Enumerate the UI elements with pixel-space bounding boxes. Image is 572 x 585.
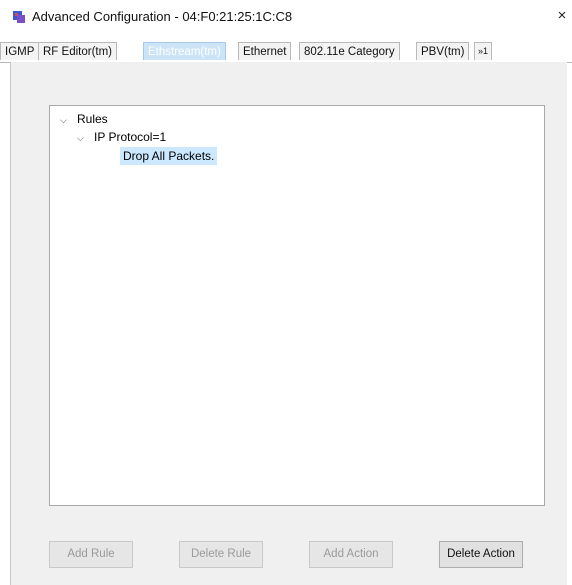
tab-ethernet[interactable]: Ethernet [238,42,292,60]
tab-802-11e-category[interactable]: 802.11e Category [299,42,400,60]
tree-node-drop-all-packets[interactable]: Drop All Packets. [120,147,218,165]
tree-node-label: Rules [77,112,108,126]
window-title: Advanced Configuration - 04:F0:21:25:1C:… [32,9,293,24]
chevron-down-icon[interactable]: ⌵ [77,129,89,147]
tree-node-rules[interactable]: ⌵ Rules [60,110,108,128]
tree-node-label: IP Protocol=1 [94,130,167,144]
tab-overflow-button[interactable]: »1 [474,42,493,60]
tab-ethstream[interactable]: Ethstream(tm) [143,42,226,60]
tree-node-ip-protocol[interactable]: ⌵ IP Protocol=1 [77,128,166,146]
add-rule-button[interactable]: Add Rule [49,541,133,568]
tab-strip: IGMP RF Editor(tm) Ethstream(tm) Etherne… [0,38,572,63]
close-button[interactable]: × [552,4,572,28]
add-action-button[interactable]: Add Action [309,541,393,568]
rules-tree[interactable]: ⌵ Rules ⌵ IP Protocol=1 Drop All Packets. [49,105,545,506]
tab-igmp[interactable]: IGMP [0,42,40,60]
app-config-icon [13,11,25,23]
delete-rule-button[interactable]: Delete Rule [179,541,263,568]
chevron-down-icon[interactable]: ⌵ [60,111,72,129]
title-bar: Advanced Configuration - 04:F0:21:25:1C:… [0,0,572,36]
tab-rf-editor[interactable]: RF Editor(tm) [38,42,117,60]
tab-pbv[interactable]: PBV(tm) [416,42,470,60]
tree-node-label: Drop All Packets. [120,147,218,165]
delete-action-button[interactable]: Delete Action [439,541,523,568]
